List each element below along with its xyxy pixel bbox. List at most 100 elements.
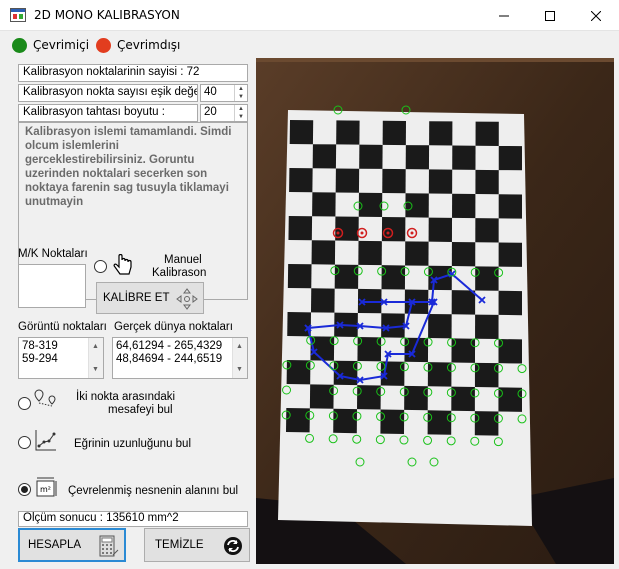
list-item[interactable]: 48,84694 - 244,6519 [116, 353, 244, 366]
spin-down-icon[interactable]: ▼ [235, 93, 247, 101]
spin-up-icon[interactable]: ▲ [235, 85, 247, 93]
curve-chart-icon [35, 430, 56, 451]
checker-square [452, 193, 476, 219]
checker-square [428, 217, 453, 242]
checker-square [333, 408, 358, 434]
svg-text:m²: m² [40, 485, 51, 494]
checker-square [405, 145, 430, 170]
manual-label-1: Manuel [164, 254, 202, 266]
checker-square [380, 409, 405, 434]
checker-square [451, 290, 476, 315]
board-size-spin-arrows[interactable]: ▲ ▼ [234, 105, 247, 121]
image-points-list[interactable]: 78-319 59-294 ▲ ▼ [18, 337, 104, 379]
manual-calibration-radio[interactable] [94, 260, 107, 273]
checker-square [310, 288, 335, 313]
maximize-icon [545, 10, 555, 21]
red-marker-center [336, 231, 340, 235]
checker-square [498, 145, 522, 171]
points-count-text: Kalibrasyon noktalarinin sayisi : 72 [23, 66, 200, 78]
area-m2-icon: m² [36, 477, 57, 497]
red-marker-center [386, 231, 390, 235]
threshold-spinner[interactable]: 40 ▲ ▼ [200, 84, 248, 102]
world-points-scrollbar[interactable]: ▲ ▼ [232, 338, 247, 378]
checker-square [452, 145, 476, 170]
checker-square [475, 169, 499, 195]
checker-square [287, 312, 311, 337]
checkerboard-photo[interactable] [256, 58, 614, 564]
world-points-list[interactable]: 64,61294 - 265,4329 48,84694 - 244,6519 … [112, 337, 248, 379]
spin-up-icon[interactable]: ▲ [235, 105, 247, 113]
app-window-icon [10, 8, 26, 22]
checker-square [288, 216, 313, 241]
checker-square [382, 168, 406, 194]
checker-square [359, 144, 383, 169]
two-pins-icon [34, 389, 56, 407]
distance-radio[interactable] [18, 397, 31, 410]
online-label: Çevrimiçi [33, 38, 90, 52]
mk-points-box[interactable] [18, 264, 86, 308]
calibration-image-view[interactable] [256, 58, 614, 564]
minimize-button[interactable] [481, 0, 527, 31]
status-online: Çevrimiçi [12, 36, 89, 54]
curve-label: Eğrinin uzunluğunu bul [74, 438, 192, 450]
left-panel: Kalibrasyon noktalarinin sayisi : 72 Kal… [14, 58, 252, 564]
checker-square [498, 194, 522, 219]
area-label: Çevrelenmiş nesnenin alanını bul [68, 485, 239, 497]
spin-down-icon[interactable]: ▼ [235, 113, 247, 121]
curve-radio[interactable] [18, 436, 31, 449]
checker-square [475, 218, 499, 243]
calibrate-button[interactable]: KALİBRE ET [96, 282, 204, 314]
image-points-scrollbar[interactable]: ▲ ▼ [88, 338, 103, 378]
world-points-label: Gerçek dünya noktaları [114, 321, 233, 333]
checker-square [475, 121, 499, 146]
window-title: 2D MONO KALIBRASYON [34, 8, 180, 22]
manual-label-2: Kalibrason [152, 267, 207, 279]
checker-square [498, 290, 522, 316]
checker-square [312, 192, 336, 217]
threshold-label: Kalibrasyon nokta sayısı eşik değeri : [23, 86, 198, 98]
mk-points-label: M/K Noktaları [18, 248, 88, 260]
compute-button[interactable]: HESAPLA [18, 528, 126, 562]
clear-button[interactable]: TEMİZLE [144, 528, 250, 562]
board-size-label: Kalibrasyon tahtası boyutu : [23, 106, 165, 118]
hand-pointer-icon [113, 254, 132, 275]
board-size-spinner[interactable]: 20 ▲ ▼ [200, 104, 248, 122]
checker-square [336, 120, 360, 145]
threshold-spin-arrows[interactable]: ▲ ▼ [234, 85, 247, 101]
online-status-icon [12, 37, 27, 53]
checker-square [428, 313, 452, 339]
close-button[interactable] [573, 0, 619, 31]
checker-square [428, 169, 453, 194]
checker-square [286, 408, 310, 433]
calculator-icon [99, 535, 119, 557]
checker-square [405, 241, 429, 266]
offline-label: Çevrimdışı [117, 38, 181, 52]
threshold-label-box: Kalibrasyon nokta sayısı eşik değeri : [18, 84, 198, 102]
checker-square [289, 168, 313, 193]
minimize-icon [499, 15, 509, 16]
clear-button-label: TEMİZLE [155, 539, 204, 551]
checker-square [358, 240, 382, 266]
points-count-field: Kalibrasyon noktalarinin sayisi : 72 [18, 64, 248, 82]
threshold-value: 40 [204, 86, 217, 98]
board-size-label-box: Kalibrasyon tahtası boyutu : [18, 104, 198, 122]
result-text: Ölçüm sonucu : 135610 mm^2 [23, 512, 179, 524]
maximize-button[interactable] [527, 0, 573, 31]
checker-square [405, 193, 429, 218]
checker-square [287, 264, 312, 289]
checker-square [311, 240, 336, 265]
board-size-value: 20 [204, 106, 217, 118]
list-item[interactable]: 64,61294 - 265,4329 [116, 340, 244, 353]
checker-square [498, 242, 522, 267]
area-radio[interactable] [18, 483, 31, 496]
checker-square [312, 144, 337, 169]
title-bar[interactable]: 2D MONO KALIBRASYON [0, 0, 619, 31]
checker-square [474, 411, 499, 436]
move-arrows-icon [176, 288, 198, 310]
checker-square [475, 314, 499, 340]
checker-square [335, 168, 360, 193]
checker-square [382, 120, 406, 146]
image-points-label: Görüntü noktaları [18, 321, 107, 333]
close-icon [591, 10, 601, 21]
refresh-icon [224, 537, 242, 555]
